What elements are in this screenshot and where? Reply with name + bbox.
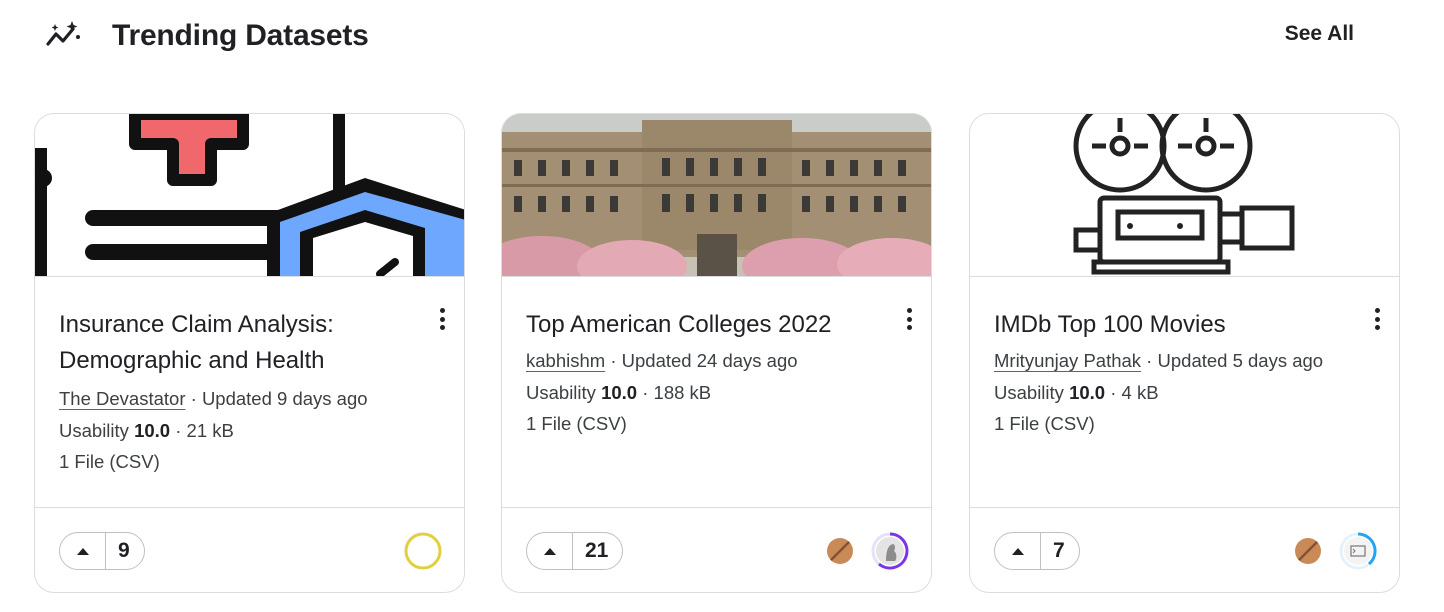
- avatar[interactable]: [1339, 532, 1377, 570]
- file-size: 188 kB: [653, 381, 712, 403]
- vote-control: 7: [994, 532, 1080, 570]
- avatar-image: [876, 537, 904, 565]
- dataset-meta: The Devastator · Updated 9 days ago Usab…: [59, 383, 418, 478]
- card-body: IMDb Top 100 Movies Mrityunjay Pathak · …: [994, 307, 1353, 440]
- see-all-link[interactable]: See All: [1285, 22, 1354, 46]
- dataset-thumbnail: [502, 114, 931, 277]
- usability-line: Usability 10.0 · 188 kB: [526, 381, 712, 403]
- usability-score: 10.0: [1069, 381, 1106, 403]
- dataset-card[interactable]: IMDb Top 100 Movies Mrityunjay Pathak · …: [969, 113, 1400, 593]
- card-footer: 9: [35, 507, 464, 592]
- usability-label: Usability: [526, 381, 596, 403]
- file-size: 21 kB: [186, 419, 234, 441]
- bronze-medal-icon: [1295, 538, 1321, 564]
- caret-up-icon: [76, 547, 89, 555]
- contributor-avatars: [404, 532, 442, 570]
- card-footer: 21: [502, 507, 931, 592]
- usability-label: Usability: [59, 419, 129, 441]
- avatar[interactable]: [871, 532, 909, 570]
- author-line: Mrityunjay Pathak · Updated 5 days ago: [994, 350, 1324, 371]
- dataset-title[interactable]: IMDb Top 100 Movies: [994, 307, 1353, 343]
- dataset-card[interactable]: Insurance Claim Analysis: Demographic an…: [34, 113, 465, 593]
- updated-text: Updated 24 days ago: [621, 350, 798, 371]
- upvote-button[interactable]: [60, 533, 106, 569]
- dataset-card[interactable]: Top American Colleges 2022 kabhishm · Up…: [501, 113, 932, 593]
- avatar-image: [1344, 537, 1372, 565]
- section-header: Trending Datasets See All: [44, 14, 1374, 58]
- card-body: Top American Colleges 2022 kabhishm · Up…: [526, 307, 885, 440]
- file-count: 1 File (CSV): [59, 451, 160, 472]
- avatar[interactable]: [404, 532, 442, 570]
- file-count: 1 File (CSV): [994, 413, 1095, 434]
- caret-up-icon: [1011, 547, 1024, 555]
- dataset-meta: kabhishm · Updated 24 days ago Usability…: [526, 345, 885, 440]
- usability-label: Usability: [994, 381, 1064, 403]
- contributor-avatars: [1295, 532, 1377, 570]
- vote-count: 9: [118, 539, 130, 562]
- dataset-thumbnail: [35, 114, 464, 277]
- more-options-icon[interactable]: [1369, 306, 1385, 332]
- author-link[interactable]: Mrityunjay Pathak: [994, 350, 1141, 371]
- updated-text: Updated 9 days ago: [201, 388, 368, 409]
- usability-line: Usability 10.0 · 4 kB: [994, 381, 1159, 403]
- author-line: kabhishm · Updated 24 days ago: [526, 350, 798, 371]
- vote-control: 21: [526, 532, 624, 570]
- more-options-icon[interactable]: [434, 306, 450, 332]
- dataset-thumbnail: [970, 114, 1399, 277]
- updated-text: Updated 5 days ago: [1157, 350, 1324, 371]
- card-footer: 7: [970, 507, 1399, 592]
- more-options-icon[interactable]: [901, 306, 917, 332]
- dataset-title[interactable]: Insurance Claim Analysis: Demographic an…: [59, 307, 418, 379]
- trending-sparkle-icon: [44, 16, 84, 56]
- contributor-avatars: [827, 532, 909, 570]
- bronze-medal-icon: [827, 538, 853, 564]
- author-link[interactable]: The Devastator: [59, 388, 185, 409]
- dataset-meta: Mrityunjay Pathak · Updated 5 days ago U…: [994, 345, 1353, 440]
- file-count: 1 File (CSV): [526, 413, 627, 434]
- upvote-button[interactable]: [527, 533, 573, 569]
- caret-up-icon: [543, 547, 556, 555]
- vote-count: 7: [1053, 539, 1065, 562]
- section-title: Trending Datasets: [112, 19, 369, 52]
- usability-score: 10.0: [134, 419, 171, 441]
- dataset-title[interactable]: Top American Colleges 2022: [526, 307, 885, 343]
- usability-line: Usability 10.0 · 21 kB: [59, 419, 234, 441]
- vote-control: 9: [59, 532, 145, 570]
- author-line: The Devastator · Updated 9 days ago: [59, 388, 368, 409]
- usability-score: 10.0: [601, 381, 638, 403]
- card-body: Insurance Claim Analysis: Demographic an…: [59, 307, 418, 478]
- upvote-button[interactable]: [995, 533, 1041, 569]
- author-link[interactable]: kabhishm: [526, 350, 605, 371]
- file-size: 4 kB: [1121, 381, 1159, 403]
- vote-count: 21: [585, 539, 609, 562]
